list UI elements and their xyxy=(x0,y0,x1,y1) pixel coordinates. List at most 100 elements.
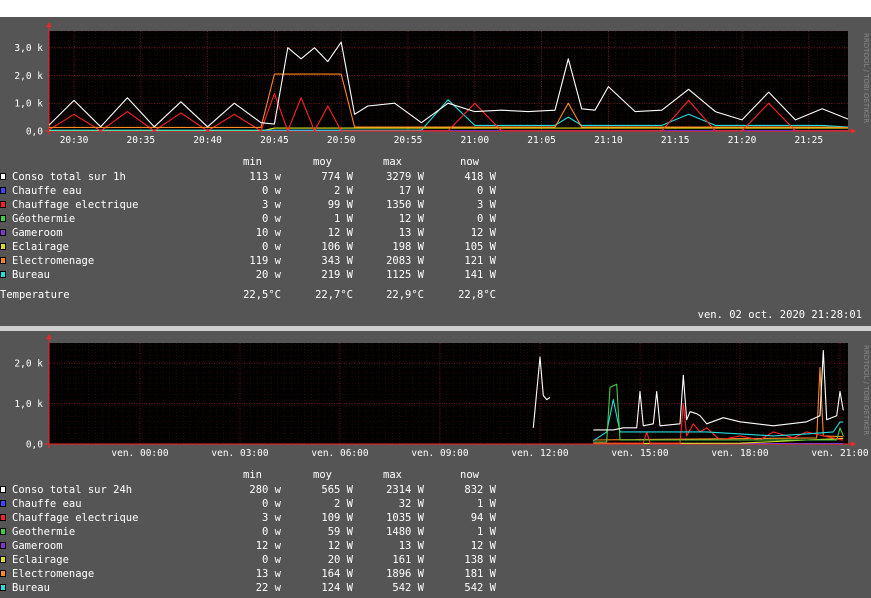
x-axis-arrow xyxy=(851,128,856,134)
legend-value-now: 3 W xyxy=(477,199,496,211)
legend-swatch xyxy=(0,257,6,264)
rrdtool-credit: RRDTOOL / TOBI OETIKER xyxy=(862,345,870,435)
legend-value-moy: 106 W xyxy=(321,241,353,253)
legend-series-name: Bureau xyxy=(12,269,50,281)
legend-value-min: 3 w xyxy=(262,512,281,524)
rrdtool-credit: RRDTOOL / TOBI OETIKER xyxy=(862,33,870,123)
y-axis-arrow xyxy=(46,334,52,339)
legend-value-now: 0 W xyxy=(477,185,496,197)
x-tick-label: ven. 00:00 xyxy=(111,448,168,459)
legend-value-min: 113 w xyxy=(249,171,281,183)
legend-value-moy: 2 W xyxy=(334,185,353,197)
legend-series-name: Electromenage xyxy=(12,255,95,267)
chart-1h: 20:30 20:35 20:40 20:45 20:50 20:55 21:00 21:05… xyxy=(14,22,870,146)
legend-row: Geothermie 0 w 59 W 1480 W 1 W xyxy=(0,525,520,539)
legend-value-min: 0 w xyxy=(262,213,281,225)
legend-swatch xyxy=(0,173,6,180)
legend-value-moy: 99 W xyxy=(327,199,353,211)
legend-value-moy: 12 W xyxy=(327,540,353,552)
temperature-value-min: 22,5°C xyxy=(243,289,281,301)
legend-swatch xyxy=(0,542,6,549)
legend-row: Electromenage 13 w 164 W 1896 W 181 W xyxy=(0,567,520,581)
legend-row: Eclairage 0 w 20 W 161 W 138 W xyxy=(0,553,520,567)
legend-value-min: 13 w xyxy=(255,568,281,580)
legend-value-max: 17 W xyxy=(398,185,424,197)
y-tick-label: 0,0 xyxy=(26,440,43,451)
x-tick-label: ven. 12:00 xyxy=(511,448,568,459)
legend-value-now: 141 W xyxy=(464,269,496,281)
legend-header-moy: moy xyxy=(313,156,332,168)
legend-value-min: 12 w xyxy=(255,540,281,552)
legend-value-min: 119 w xyxy=(249,255,281,267)
legend-row: Conso total sur 1h 113 w 774 W 3279 W 418 W xyxy=(0,170,520,184)
legend-row: Bureau 22 w 124 W 542 W 542 W xyxy=(0,581,520,595)
legend-value-now: 1 W xyxy=(477,526,496,538)
x-tick-label: 20:50 xyxy=(327,135,356,146)
legend-swatch xyxy=(0,556,6,563)
legend-swatch xyxy=(0,229,6,236)
legend-row: Chauffage electrique 3 w 109 W 1035 W 94 W xyxy=(0,511,520,525)
legend-series-name: Bureau xyxy=(12,582,50,594)
x-tick-label: 21:20 xyxy=(728,135,757,146)
legend-value-max: 13 W xyxy=(398,540,424,552)
legend-swatch xyxy=(0,201,6,208)
legend-swatch xyxy=(0,514,6,521)
legend-value-moy: 565 W xyxy=(321,484,353,496)
legend-value-moy: 12 W xyxy=(327,227,353,239)
x-tick-label: 21:15 xyxy=(661,135,690,146)
legend-value-max: 1125 W xyxy=(386,269,424,281)
legend-series-name: Geothermie xyxy=(12,526,76,538)
legend-value-now: 12 W xyxy=(470,227,496,239)
legend-swatch xyxy=(0,584,6,591)
x-tick-label: ven. 06:00 xyxy=(311,448,368,459)
legend-series-name: Chauffage electrique xyxy=(12,199,139,211)
legend-series-name: Chauffage electrique xyxy=(12,512,139,524)
x-axis-arrow xyxy=(851,441,856,447)
legend-series-name: Conso total sur 1h xyxy=(12,171,126,183)
legend-value-moy: 774 W xyxy=(321,171,353,183)
legend-series-name: Electromenage xyxy=(12,568,95,580)
legend-header-min: min xyxy=(243,156,262,168)
x-tick-label: ven. 09:00 xyxy=(411,448,468,459)
legend-value-max: 161 W xyxy=(392,554,424,566)
x-tick-label: ven. 15:00 xyxy=(611,448,668,459)
legend-value-max: 198 W xyxy=(392,241,424,253)
legend-value-min: 0 w xyxy=(262,554,281,566)
legend-value-max: 32 W xyxy=(398,498,424,510)
legend-value-now: 542 W xyxy=(464,582,496,594)
temperature-value-max: 22,9°C xyxy=(386,289,424,301)
temperature-value-moy: 22,7°C xyxy=(315,289,353,301)
plot-area xyxy=(49,343,848,444)
temperature-row: Temperature 22,5°C 22,7°C 22,9°C 22,8°C xyxy=(0,288,520,302)
y-tick-label: 1,0 k xyxy=(14,399,43,410)
x-tick-label: 21:10 xyxy=(594,135,623,146)
legend-swatch xyxy=(0,486,6,493)
legend-swatch xyxy=(0,570,6,577)
legend-value-max: 3279 W xyxy=(386,171,424,183)
legend-header-now: now xyxy=(460,156,479,168)
legend-value-moy: 343 W xyxy=(321,255,353,267)
legend-series-name: Géothermie xyxy=(12,213,76,225)
legend-value-max: 13 W xyxy=(398,227,424,239)
legend-value-now: 832 W xyxy=(464,484,496,496)
x-tick-label: 20:55 xyxy=(394,135,423,146)
legend-swatch xyxy=(0,271,6,278)
legend-value-now: 181 W xyxy=(464,568,496,580)
legend-swatch xyxy=(0,243,6,250)
legend-value-moy: 2 W xyxy=(334,498,353,510)
legend-value-min: 280 w xyxy=(249,484,281,496)
x-tick-label: 21:00 xyxy=(460,135,489,146)
legend-value-now: 105 W xyxy=(464,241,496,253)
y-tick-label: 2,0 k xyxy=(14,359,43,370)
legend-value-now: 121 W xyxy=(464,255,496,267)
y-tick-label: 3,0 k xyxy=(14,43,43,54)
legend-value-moy: 109 W xyxy=(321,512,353,524)
legend-row: Bureau 20 w 219 W 1125 W 141 W xyxy=(0,268,520,282)
legend-value-moy: 124 W xyxy=(321,582,353,594)
legend-value-moy: 1 W xyxy=(334,213,353,225)
legend-value-min: 0 w xyxy=(262,526,281,538)
y-axis-arrow xyxy=(46,22,52,27)
legend-header-now: now xyxy=(460,469,479,481)
legend-row: Chauffe eau 0 w 2 W 17 W 0 W xyxy=(0,184,520,198)
legend-series-name: Eclairage xyxy=(12,241,69,253)
